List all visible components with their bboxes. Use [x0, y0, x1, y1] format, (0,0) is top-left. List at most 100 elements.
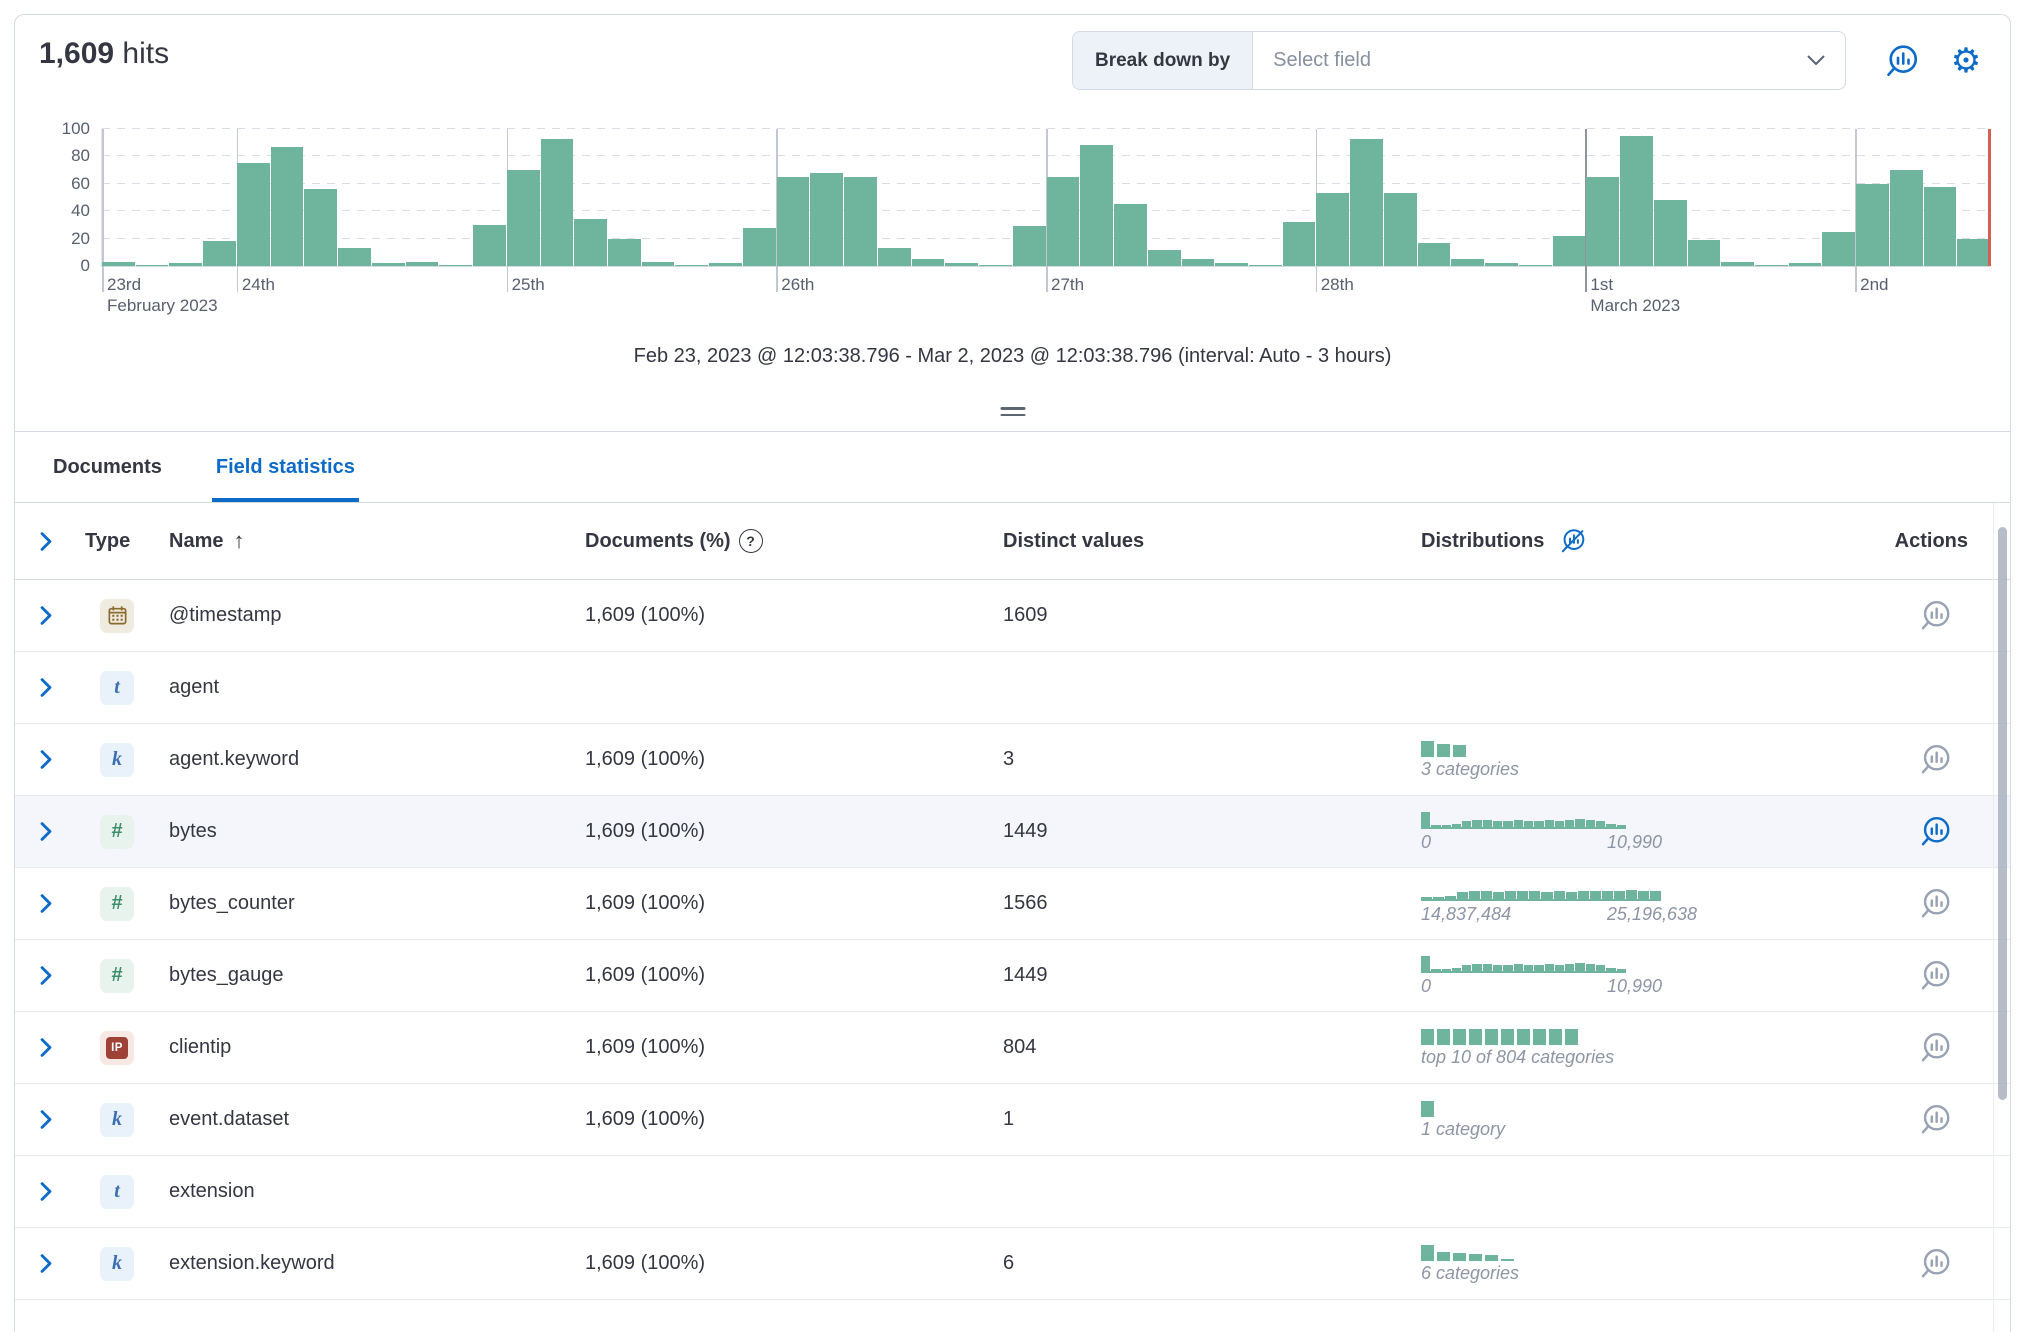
histogram-bar[interactable] — [439, 265, 472, 266]
tab-field-statistics[interactable]: Field statistics — [212, 432, 359, 502]
histogram-bar[interactable] — [1654, 200, 1687, 266]
histogram-preview-bar — [1493, 965, 1502, 971]
row-expand-chevron-icon[interactable] — [39, 605, 53, 626]
histogram-bar[interactable] — [338, 248, 371, 266]
help-icon[interactable]: ? — [739, 529, 763, 553]
histogram-bar[interactable] — [1485, 263, 1518, 266]
histogram-bar[interactable] — [541, 139, 574, 266]
histogram-bar[interactable] — [1755, 265, 1788, 266]
histogram-bar[interactable] — [304, 189, 337, 266]
field-statistics-toggle-icon[interactable] — [1882, 41, 1922, 81]
field-statistics-action-button[interactable] — [1917, 957, 1954, 994]
histogram-bar[interactable] — [574, 219, 607, 266]
field-statistics-action-button[interactable] — [1917, 1101, 1954, 1138]
histogram-bar[interactable] — [777, 177, 810, 266]
histogram-bar[interactable] — [203, 241, 236, 266]
histogram-bar[interactable] — [1283, 222, 1316, 266]
breakdown-control: Break down by Select field — [1072, 31, 1846, 90]
histogram-bar[interactable] — [1519, 265, 1552, 266]
histogram-bar[interactable] — [271, 147, 304, 266]
histogram-bar[interactable] — [237, 163, 270, 266]
histogram-bar[interactable] — [979, 265, 1012, 266]
field-statistics-action-button[interactable] — [1917, 1029, 1954, 1066]
histogram-bar[interactable] — [1215, 263, 1248, 266]
histogram-bar[interactable] — [1586, 177, 1619, 266]
row-expand-chevron-icon[interactable] — [39, 1253, 53, 1274]
histogram-bar[interactable] — [1620, 136, 1653, 266]
histogram-bar[interactable] — [608, 239, 641, 266]
distribution-cell: 010,990 — [1411, 796, 1871, 867]
documents-percent: 1,609 (100%) — [571, 868, 991, 939]
histogram-bar[interactable] — [1013, 226, 1046, 266]
column-header-actions: Actions — [1871, 503, 2010, 579]
panel-resize-handle[interactable] — [996, 403, 1029, 420]
histogram-preview-bar — [1606, 824, 1615, 827]
gear-icon[interactable]: ⚙ — [1946, 41, 1986, 81]
histogram-bar[interactable] — [878, 248, 911, 266]
histogram-bar[interactable] — [1822, 232, 1855, 266]
row-expand-chevron-icon[interactable] — [39, 821, 53, 842]
row-expand-chevron-icon[interactable] — [39, 1181, 53, 1202]
histogram-bar[interactable] — [1924, 187, 1957, 266]
field-statistics-action-button[interactable] — [1917, 813, 1954, 850]
histogram-bar[interactable] — [1047, 177, 1080, 266]
histogram-bar[interactable] — [1350, 139, 1383, 266]
histogram-bar[interactable] — [1721, 262, 1754, 266]
histogram-bar[interactable] — [1856, 184, 1889, 266]
histogram-bar[interactable] — [1890, 170, 1923, 266]
histogram-bar[interactable] — [743, 228, 776, 266]
breakdown-field-select[interactable]: Select field — [1253, 32, 1845, 89]
category-bars-chart — [1421, 740, 1519, 757]
histogram-bar[interactable] — [1789, 263, 1822, 266]
type-cell: # — [75, 940, 159, 1011]
histogram-bar[interactable] — [642, 262, 675, 266]
field-statistics-action-button[interactable] — [1917, 597, 1954, 634]
histogram-bar[interactable] — [136, 265, 169, 266]
histogram-bar[interactable] — [1553, 236, 1586, 266]
distributions-toggle-icon[interactable] — [1558, 526, 1588, 556]
row-expand-chevron-icon[interactable] — [39, 1037, 53, 1058]
field-name: bytes_counter — [159, 868, 571, 939]
histogram-bar[interactable] — [1957, 239, 1990, 266]
histogram-bar[interactable] — [1316, 193, 1349, 266]
histogram-bar[interactable] — [102, 262, 135, 266]
field-statistics-action-button[interactable] — [1917, 1245, 1954, 1282]
scrollbar-thumb[interactable] — [1998, 527, 2007, 1100]
row-expand-chevron-icon[interactable] — [39, 965, 53, 986]
column-header-name[interactable]: Name ↑ — [159, 503, 571, 579]
histogram-bar[interactable] — [473, 225, 506, 266]
expand-all-chevron-icon[interactable] — [39, 531, 53, 552]
category-bar — [1501, 1259, 1514, 1261]
histogram-bar[interactable] — [1384, 193, 1417, 266]
histogram-bar[interactable] — [810, 173, 843, 266]
row-expand-chevron-icon[interactable] — [39, 1109, 53, 1130]
histogram-bar[interactable] — [406, 262, 439, 266]
histogram-bar[interactable] — [945, 263, 978, 266]
tab-documents[interactable]: Documents — [49, 432, 166, 502]
histogram-bar[interactable] — [1451, 259, 1484, 266]
histogram-bar[interactable] — [1418, 243, 1451, 266]
histogram-bar[interactable] — [1688, 240, 1721, 266]
histogram-bar[interactable] — [372, 263, 405, 266]
histogram-bar[interactable] — [1182, 259, 1215, 266]
histogram-bar[interactable] — [709, 263, 742, 266]
histogram-preview-bar — [1524, 821, 1533, 827]
field-statistics-action-button[interactable] — [1917, 885, 1954, 922]
breakdown-placeholder: Select field — [1273, 49, 1807, 72]
histogram-bar[interactable] — [675, 265, 708, 266]
row-expand-chevron-icon[interactable] — [39, 749, 53, 770]
histogram-preview-bar — [1602, 891, 1613, 899]
histogram-bar[interactable] — [844, 177, 877, 266]
category-bar — [1453, 745, 1466, 757]
histogram-bar[interactable] — [1148, 250, 1181, 266]
histogram-bar[interactable] — [1249, 265, 1282, 266]
histogram-bar[interactable] — [507, 170, 540, 266]
field-statistics-action-button[interactable] — [1917, 741, 1954, 778]
row-expand-chevron-icon[interactable] — [39, 677, 53, 698]
histogram-bar[interactable] — [1114, 204, 1147, 266]
histogram-bar[interactable] — [912, 259, 945, 266]
row-expand-chevron-icon[interactable] — [39, 893, 53, 914]
histogram-preview-bar — [1534, 821, 1543, 827]
histogram-bar[interactable] — [1080, 145, 1113, 266]
histogram-bar[interactable] — [169, 263, 202, 266]
